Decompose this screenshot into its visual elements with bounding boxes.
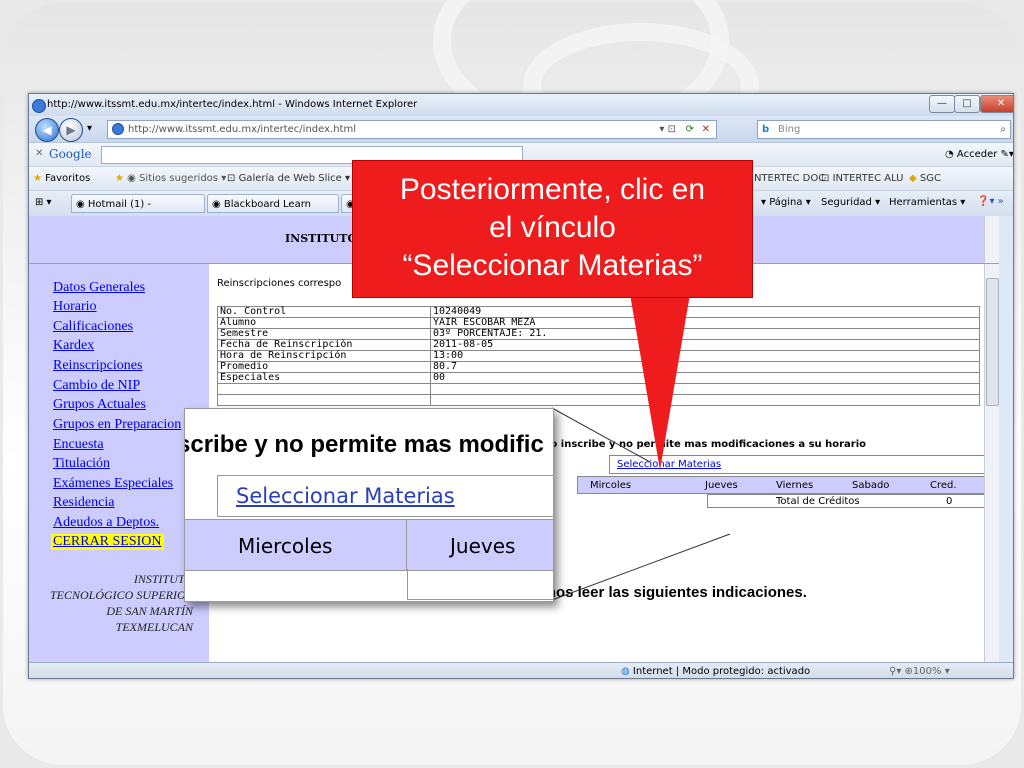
- zoom-days-row: Miercoles Jueves: [185, 519, 553, 571]
- zoom-callout: scribe y no permite mas modific Seleccio…: [184, 408, 554, 602]
- connector-lines: [551, 294, 731, 601]
- instruction-line-3: “Seleccionar Materias”: [402, 249, 703, 282]
- instruction-callout: Posteriormente, clic en el vínculo “Sele…: [352, 160, 753, 298]
- zoom-divider: [406, 520, 407, 570]
- zoom-heading-area: scribe y no permite mas modific: [185, 409, 553, 471]
- zoom-empty-cell: [407, 569, 553, 600]
- zoom-select-link[interactable]: Seleccionar Materias: [236, 484, 455, 508]
- instruction-text: Posteriormente, clic en el vínculo “Sele…: [353, 171, 752, 285]
- zoom-heading: scribe y no permite mas modific: [184, 431, 544, 458]
- zoom-link-cell: Seleccionar Materias: [217, 475, 553, 517]
- zoom-col-miercoles: Miercoles: [238, 534, 333, 558]
- instruction-line-2: el vínculo: [489, 211, 616, 244]
- zoom-col-jueves: Jueves: [450, 534, 516, 558]
- callout-pointer: [630, 294, 690, 470]
- instruction-line-1: Posteriormente, clic en: [399, 173, 706, 206]
